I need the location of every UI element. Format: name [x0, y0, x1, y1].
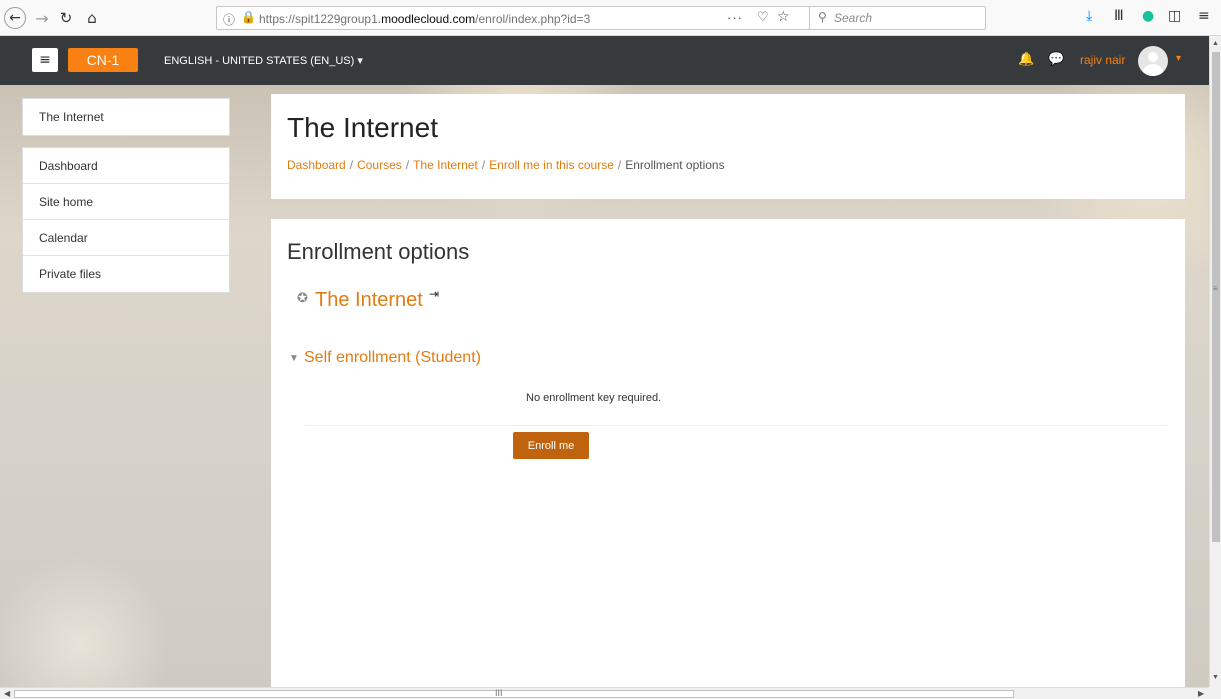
scrollbar-corner	[1209, 687, 1221, 699]
breadcrumb: Dashboard / Courses / The Internet / Enroll me…	[287, 158, 725, 172]
info-icon[interactable]: ⓘ	[223, 11, 235, 28]
vertical-scrollbar[interactable]: ▲ ≡ ▼	[1209, 36, 1221, 687]
pocket-icon[interactable]: ♡	[757, 10, 769, 25]
grammarly-icon[interactable]: ●	[1142, 8, 1154, 24]
forward-icon[interactable]: →	[30, 6, 54, 30]
collapse-caret-icon[interactable]: ▼	[289, 353, 299, 364]
sidebar-item-course[interactable]: The Internet	[23, 99, 229, 135]
sidebar-toggle-icon[interactable]: ◫	[1168, 8, 1181, 24]
browser-menu-icon[interactable]: ≡	[1198, 8, 1210, 24]
scroll-grip-icon: III	[495, 688, 503, 698]
breadcrumb-course[interactable]: The Internet	[413, 158, 478, 172]
avatar[interactable]	[1138, 46, 1168, 76]
lock-icon: 🔒	[241, 10, 256, 24]
enroll-me-button[interactable]: Enroll me	[513, 432, 589, 459]
breadcrumb-enrol[interactable]: Enroll me in this course	[489, 158, 614, 172]
course-icon: ✪	[297, 291, 308, 306]
user-menu-caret-icon[interactable]: ▾	[1176, 53, 1181, 64]
breadcrumb-separator: /	[405, 158, 410, 172]
section-heading: Enrollment options	[287, 239, 470, 264]
breadcrumb-courses[interactable]: Courses	[357, 158, 402, 172]
hamburger-menu-icon[interactable]: ≡	[32, 48, 58, 72]
back-icon[interactable]: ←	[4, 7, 26, 29]
breadcrumb-separator: /	[481, 158, 486, 172]
search-placeholder: Search	[834, 11, 873, 25]
sidebar-item-dashboard[interactable]: Dashboard	[23, 148, 229, 184]
horizontal-scrollbar[interactable]: ◀ III ▶	[0, 687, 1209, 699]
moodle-navbar: ≡ CN-1 ENGLISH - UNITED STATES (EN_US) ▾…	[0, 36, 1209, 85]
horizontal-scroll-thumb[interactable]: III	[14, 688, 1014, 698]
url-text[interactable]: https://spit1229group1.moodlecloud.com/e…	[259, 12, 590, 26]
breadcrumb-current: Enrollment options	[625, 158, 725, 172]
breadcrumb-separator: /	[617, 158, 622, 172]
reload-icon[interactable]: ↻	[54, 6, 78, 30]
scroll-up-icon[interactable]: ▲	[1212, 40, 1219, 47]
scroll-left-icon[interactable]: ◀	[4, 689, 10, 698]
page-header: The Internet Dashboard / Courses / The Inter…	[271, 94, 1185, 199]
bookmark-star-icon[interactable]: ☆	[777, 9, 790, 25]
url-bar[interactable]: ⓘ 🔒 https://spit1229group1.moodlecloud.c…	[216, 6, 986, 30]
breadcrumb-dashboard[interactable]: Dashboard	[287, 158, 346, 172]
scroll-right-icon[interactable]: ▶	[1198, 689, 1204, 698]
page-title: The Internet	[287, 112, 438, 143]
enrol-icon: ⇥	[429, 287, 440, 301]
home-icon[interactable]: ⌂	[80, 6, 104, 30]
user-name[interactable]: rajiv nair	[1080, 53, 1125, 67]
sidebar-item-site-home[interactable]: Site home	[23, 184, 229, 220]
language-menu[interactable]: ENGLISH - UNITED STATES (EN_US) ▾	[164, 54, 363, 67]
download-icon[interactable]: ⤓	[1086, 8, 1092, 24]
browser-toolbar: ← → ↻ ⌂ ⓘ 🔒 https://spit1229group1.moodl…	[0, 0, 1221, 36]
divider	[305, 425, 1167, 426]
vertical-scroll-thumb[interactable]	[1212, 52, 1220, 542]
notification-bell-icon[interactable]: 🔔	[1018, 52, 1034, 67]
page-actions-icon[interactable]: ···	[727, 10, 743, 25]
library-icon[interactable]: Ⅲ	[1114, 8, 1124, 24]
browser-search-input[interactable]: ⚲ Search	[809, 6, 985, 30]
messages-icon[interactable]: 💬	[1048, 52, 1064, 67]
breadcrumb-separator: /	[349, 158, 354, 172]
sidebar-nav-block: Dashboard Site home Calendar Private fil…	[22, 147, 230, 293]
self-enrollment-heading[interactable]: Self enrollment (Student)	[304, 349, 481, 367]
sidebar-item-calendar[interactable]: Calendar	[23, 220, 229, 256]
site-brand[interactable]: CN-1	[68, 48, 138, 72]
main-content: Enrollment options ✪ The Internet ⇥ ▼ Se…	[271, 219, 1185, 687]
scroll-grip-icon: ≡	[1213, 284, 1218, 293]
course-link[interactable]: The Internet	[315, 289, 423, 312]
sidebar-item-private-files[interactable]: Private files	[23, 256, 229, 292]
sidebar-course-block: The Internet	[22, 98, 230, 136]
search-icon: ⚲	[818, 10, 827, 24]
enrollment-key-note: No enrollment key required.	[526, 392, 662, 404]
scroll-down-icon[interactable]: ▼	[1212, 674, 1219, 681]
